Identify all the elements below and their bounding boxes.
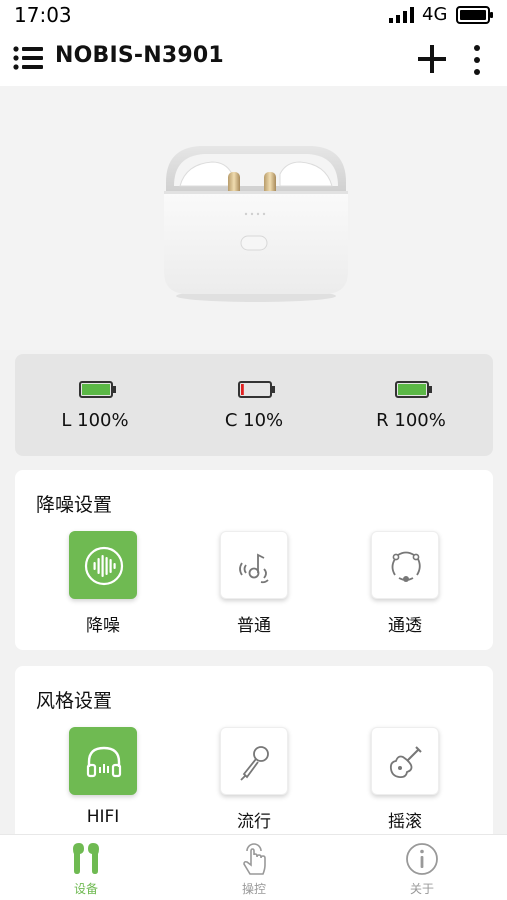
ear-music-icon — [239, 553, 269, 584]
battery-left: L 100% — [35, 354, 155, 456]
noise-option-normal-label: 普通 — [237, 616, 271, 636]
battery-case-label: C 10% — [224, 410, 284, 431]
noise-option-anc[interactable]: 降噪 — [53, 531, 153, 641]
style-option-pop-label: 流行 — [237, 812, 271, 832]
style-option-rock[interactable]: 摇滚 — [355, 727, 455, 837]
network-type: 4G — [422, 4, 448, 25]
noise-settings-title: 降噪设置 — [36, 494, 113, 516]
style-option-pop-box[interactable] — [220, 727, 288, 795]
noise-option-transparency-box[interactable] — [371, 531, 439, 599]
style-option-hifi-label: HIFI — [86, 807, 120, 827]
device-image-area — [0, 86, 507, 350]
more-options-icon[interactable] — [467, 43, 487, 77]
app-header: NOBIS-N3901 — [0, 32, 507, 86]
battery-case-icon — [238, 381, 275, 398]
noise-option-normal[interactable]: 普通 — [204, 531, 304, 641]
bottom-navigation: 设备 操控 关于 — [0, 834, 507, 900]
earbuds-case-image — [164, 146, 348, 302]
nav-device[interactable]: 设备 — [36, 835, 136, 900]
battery-right: R 100% — [351, 354, 471, 456]
noise-option-transparency[interactable]: 通透 — [355, 531, 455, 641]
status-battery-icon — [456, 6, 493, 24]
battery-left-icon — [79, 381, 116, 398]
noise-option-transparency-label: 通透 — [388, 616, 422, 636]
headphones-icon — [86, 746, 122, 778]
nav-about[interactable]: 关于 — [372, 835, 472, 900]
menu-icon[interactable] — [13, 45, 43, 71]
transparency-icon — [391, 551, 421, 582]
style-option-rock-box[interactable] — [371, 727, 439, 795]
battery-right-icon — [395, 381, 432, 398]
style-settings-title: 风格设置 — [36, 690, 113, 712]
status-time: 17:03 — [14, 3, 72, 27]
nav-control-label[interactable]: 操控 — [204, 880, 304, 897]
device-title: NOBIS-N3901 — [55, 43, 224, 68]
style-option-hifi[interactable]: HIFI — [53, 727, 153, 837]
battery-right-label: R 100% — [376, 410, 446, 431]
noise-option-normal-box[interactable] — [220, 531, 288, 599]
noise-settings-card: 降噪设置 降噪 普通 通透 — [15, 470, 493, 650]
style-option-hifi-box[interactable] — [69, 727, 137, 795]
noise-option-anc-label: 降噪 — [86, 616, 120, 636]
earbuds-icon[interactable] — [69, 841, 103, 877]
sound-wave-icon — [84, 546, 124, 586]
battery-status-card: L 100% C 10% R 100% — [15, 354, 493, 456]
battery-left-label: L 100% — [61, 410, 129, 431]
style-option-rock-label: 摇滚 — [388, 812, 422, 832]
info-icon[interactable] — [405, 841, 439, 877]
nav-device-label[interactable]: 设备 — [36, 880, 136, 897]
signal-icon — [389, 7, 414, 23]
nav-about-label[interactable]: 关于 — [372, 880, 472, 897]
nav-control[interactable]: 操控 — [204, 835, 304, 900]
noise-option-anc-box[interactable] — [69, 531, 137, 599]
battery-case: C 10% — [194, 354, 314, 456]
microphone-icon — [240, 746, 269, 781]
add-icon[interactable] — [415, 42, 449, 76]
style-option-pop[interactable]: 流行 — [204, 727, 304, 837]
hand-tap-icon[interactable] — [237, 841, 271, 877]
style-settings-card: 风格设置 HIFI 流行 摇滚 — [15, 666, 493, 846]
guitar-icon — [389, 746, 422, 779]
status-bar: 17:03 4G — [0, 0, 507, 32]
